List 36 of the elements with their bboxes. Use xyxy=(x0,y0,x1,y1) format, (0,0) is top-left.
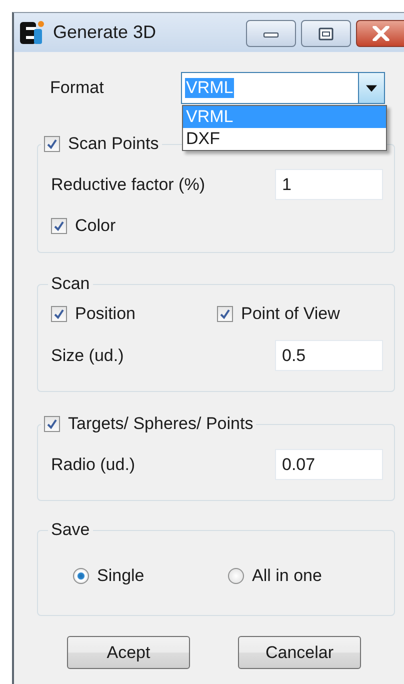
radio-label: All in one xyxy=(252,566,322,586)
maximize-button[interactable] xyxy=(301,20,351,47)
checkbox-label: Color xyxy=(75,216,116,236)
checkbox[interactable] xyxy=(51,306,67,322)
input-field[interactable]: 0.07 xyxy=(275,449,383,480)
dialog-button[interactable]: Acept xyxy=(67,636,190,669)
checkbox[interactable] xyxy=(217,306,233,322)
app-logo-icon xyxy=(19,20,45,46)
input-field[interactable]: 0.5 xyxy=(275,340,383,371)
checkbox[interactable] xyxy=(44,136,60,152)
group-title: Save xyxy=(51,520,90,539)
field-label: Size (ud.) xyxy=(51,346,124,366)
dropdown-value: VRML xyxy=(185,78,234,98)
checkbox-label: Targets/ Spheres/ Points xyxy=(68,414,254,434)
caret-icon xyxy=(366,84,377,92)
dialog-button[interactable]: Cancelar xyxy=(238,636,361,669)
window-title: Generate 3D xyxy=(53,22,158,43)
checkbox[interactable] xyxy=(44,416,60,432)
field-label: Reductive factor (%) xyxy=(51,174,205,194)
input-field[interactable]: 1 xyxy=(275,169,383,200)
restore-icon xyxy=(318,26,334,40)
radio-label: Single xyxy=(97,566,144,586)
close-icon xyxy=(372,26,390,41)
radio-button[interactable] xyxy=(73,568,89,584)
checkbox-label: Scan Points xyxy=(68,134,159,154)
minimize-button[interactable] xyxy=(246,20,296,47)
close-button[interactable] xyxy=(356,20,404,47)
radio-button[interactable] xyxy=(228,568,244,584)
dropdown-option[interactable]: DXF xyxy=(183,128,386,150)
field-label: Format xyxy=(50,78,105,98)
checkbox-label: Point of View xyxy=(241,304,340,324)
checkbox-label: Position xyxy=(75,304,136,324)
group-title: Scan xyxy=(51,274,90,293)
dropdown-arrow-button[interactable] xyxy=(358,73,384,103)
field-label: Radio (ud.) xyxy=(51,454,136,474)
checkbox[interactable] xyxy=(51,218,67,234)
